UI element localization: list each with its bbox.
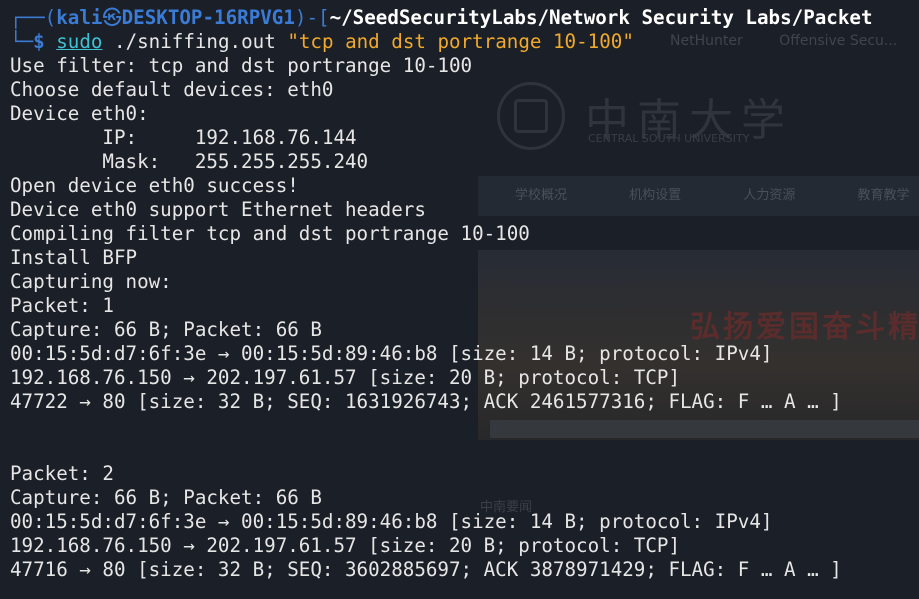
output-line: 192.168.76.150 → 202.197.61.57 [size: 20… [10, 366, 681, 389]
output-line: Capture: 66 B; Packet: 66 B [10, 486, 322, 509]
prompt-open: ┌──( [10, 6, 57, 29]
output-line: IP: 192.168.76.144 [10, 126, 357, 149]
prompt-path: ~/SeedSecurityLabs/Network Security Labs… [329, 6, 873, 29]
output-line: 00:15:5d:d7:6f:3e → 00:15:5d:89:46:b8 [s… [10, 342, 773, 365]
command-argument: "tcp and dst portrange 10-100" [287, 30, 634, 53]
output-line: 00:15:5d:d7:6f:3e → 00:15:5d:89:46:b8 [s… [10, 510, 773, 533]
output-line: Capturing now: [10, 270, 172, 293]
prompt-tail: └─ [10, 30, 34, 53]
output-line: Mask: 255.255.255.240 [10, 150, 369, 173]
output-line: Compiling filter tcp and dst portrange 1… [10, 222, 530, 245]
terminal-window[interactable]: ┌──(kali㉿DESKTOP-16RPVG1)-[~/SeedSecurit… [0, 0, 919, 599]
output-line: Device eth0: [10, 102, 149, 125]
output-line: Device eth0 support Ethernet headers [10, 198, 426, 221]
prompt-at-symbol: ㉿ [102, 6, 122, 29]
prompt-user: kali [56, 6, 103, 29]
output-line: 192.168.76.150 → 202.197.61.57 [size: 20… [10, 534, 681, 557]
output-line: Open device eth0 success! [10, 174, 299, 197]
prompt-separator: )-[ [294, 6, 330, 29]
output-line: Install BFP [10, 246, 138, 269]
output-line: Choose default devices: eth0 [10, 78, 334, 101]
command-sudo: sudo [56, 30, 103, 53]
prompt-header-line: ┌──(kali㉿DESKTOP-16RPVG1)-[~/SeedSecurit… [10, 6, 873, 30]
prompt-host: DESKTOP-16RPVG1 [121, 6, 295, 29]
output-line: Packet: 1 [10, 294, 114, 317]
output-line: Packet: 2 [10, 462, 114, 485]
output-line: 47722 → 80 [size: 32 B; SEQ: 1631926743;… [10, 390, 842, 413]
output-line: Capture: 66 B; Packet: 66 B [10, 318, 322, 341]
command-executable: ./sniffing.out [114, 30, 276, 53]
output-line: 47716 → 80 [size: 32 B; SEQ: 3602885697;… [10, 558, 842, 581]
command-line[interactable]: └─$ sudo ./sniffing.out "tcp and dst por… [10, 30, 634, 54]
prompt-dollar: $ [33, 30, 45, 53]
output-line: Use filter: tcp and dst portrange 10-100 [10, 54, 473, 77]
